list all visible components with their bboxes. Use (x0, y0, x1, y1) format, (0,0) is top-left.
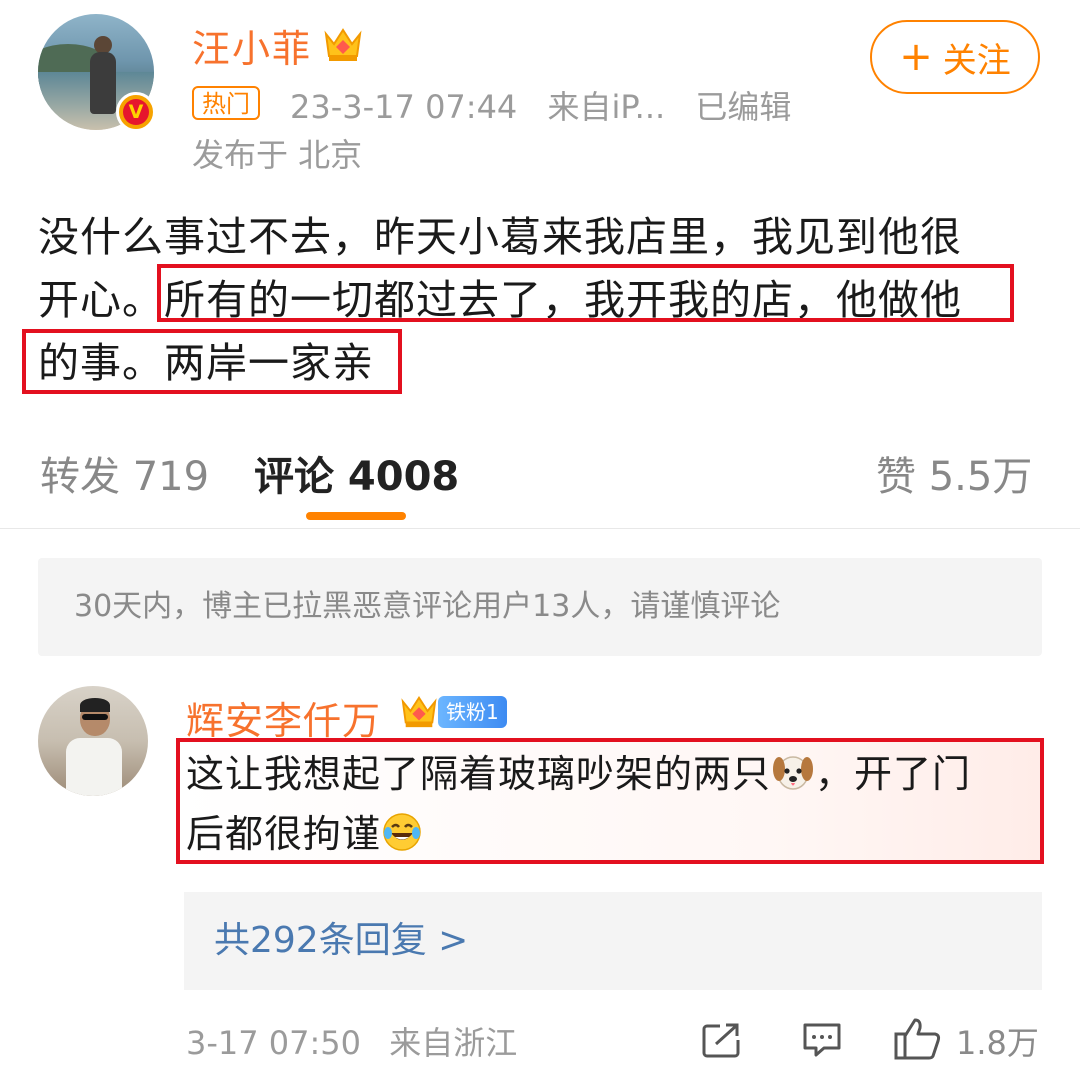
comment-text-segment: 这让我想起了隔着玻璃吵架的两只 (186, 752, 772, 796)
author-name[interactable]: 汪小菲 (192, 18, 312, 73)
comment-like-count: 1.8万 (956, 1024, 1039, 1062)
comment-text-segment: 后都很拘谨 (186, 812, 382, 856)
tab-like[interactable]: 赞 5.5万 (876, 444, 1032, 502)
follow-button[interactable]: + 关注 (870, 20, 1040, 94)
verified-v-icon: V (116, 92, 156, 132)
blacklist-notice: 30天内，博主已拉黑恶意评论用户13人，请谨慎评论 (38, 558, 1042, 656)
edited-label[interactable]: 已编辑 (695, 88, 791, 126)
commenter-name[interactable]: 辉安李仟万 (186, 690, 381, 745)
hot-badge: 热门 (192, 86, 260, 120)
post-text-line: 没什么事过不去，昨天小葛来我店里，我见到他很 (38, 213, 962, 261)
crown-icon (324, 28, 362, 61)
replies-box[interactable]: 共292条回复 > (184, 892, 1042, 990)
crown-icon (401, 695, 437, 728)
tab-comment[interactable]: 评论 4008 (254, 444, 459, 502)
comment-text: 这让我想起了隔着玻璃吵架的两只 ，开了门 后都很拘谨 (186, 744, 1036, 864)
fan-badge[interactable]: 铁粉1 (438, 696, 507, 728)
divider (0, 528, 1080, 529)
post-timestamp: 23-3-17 07:44 (290, 88, 518, 126)
follow-label: 关注 (942, 40, 1011, 81)
post-source: 来自iP... (547, 88, 666, 126)
comment-icon[interactable] (800, 1020, 844, 1060)
view-replies-link[interactable]: 共292条回复 > (214, 892, 468, 990)
active-tab-indicator (306, 512, 406, 520)
comment-text-segment: ，开了门 (815, 752, 972, 796)
dog-emoji-icon (773, 756, 814, 790)
share-icon[interactable] (700, 1020, 744, 1060)
thumbs-up-icon[interactable] (893, 1016, 943, 1062)
commenter-avatar[interactable] (38, 686, 148, 796)
comment-time: 3-17 07:50 (186, 1024, 362, 1062)
highlight-box (22, 329, 402, 394)
comment-meta: 3-17 07:50 来自浙江 (186, 1018, 535, 1064)
post-location: 发布于 北京 (192, 136, 363, 174)
highlight-box (157, 264, 1014, 322)
plus-icon: + (899, 34, 933, 80)
post-meta: 23-3-17 07:44 来自iP... 已编辑 (290, 82, 811, 128)
laugh-cry-emoji-icon (383, 813, 421, 851)
tab-repost[interactable]: 转发 719 (40, 444, 209, 502)
comment-source: 来自浙江 (389, 1024, 518, 1062)
